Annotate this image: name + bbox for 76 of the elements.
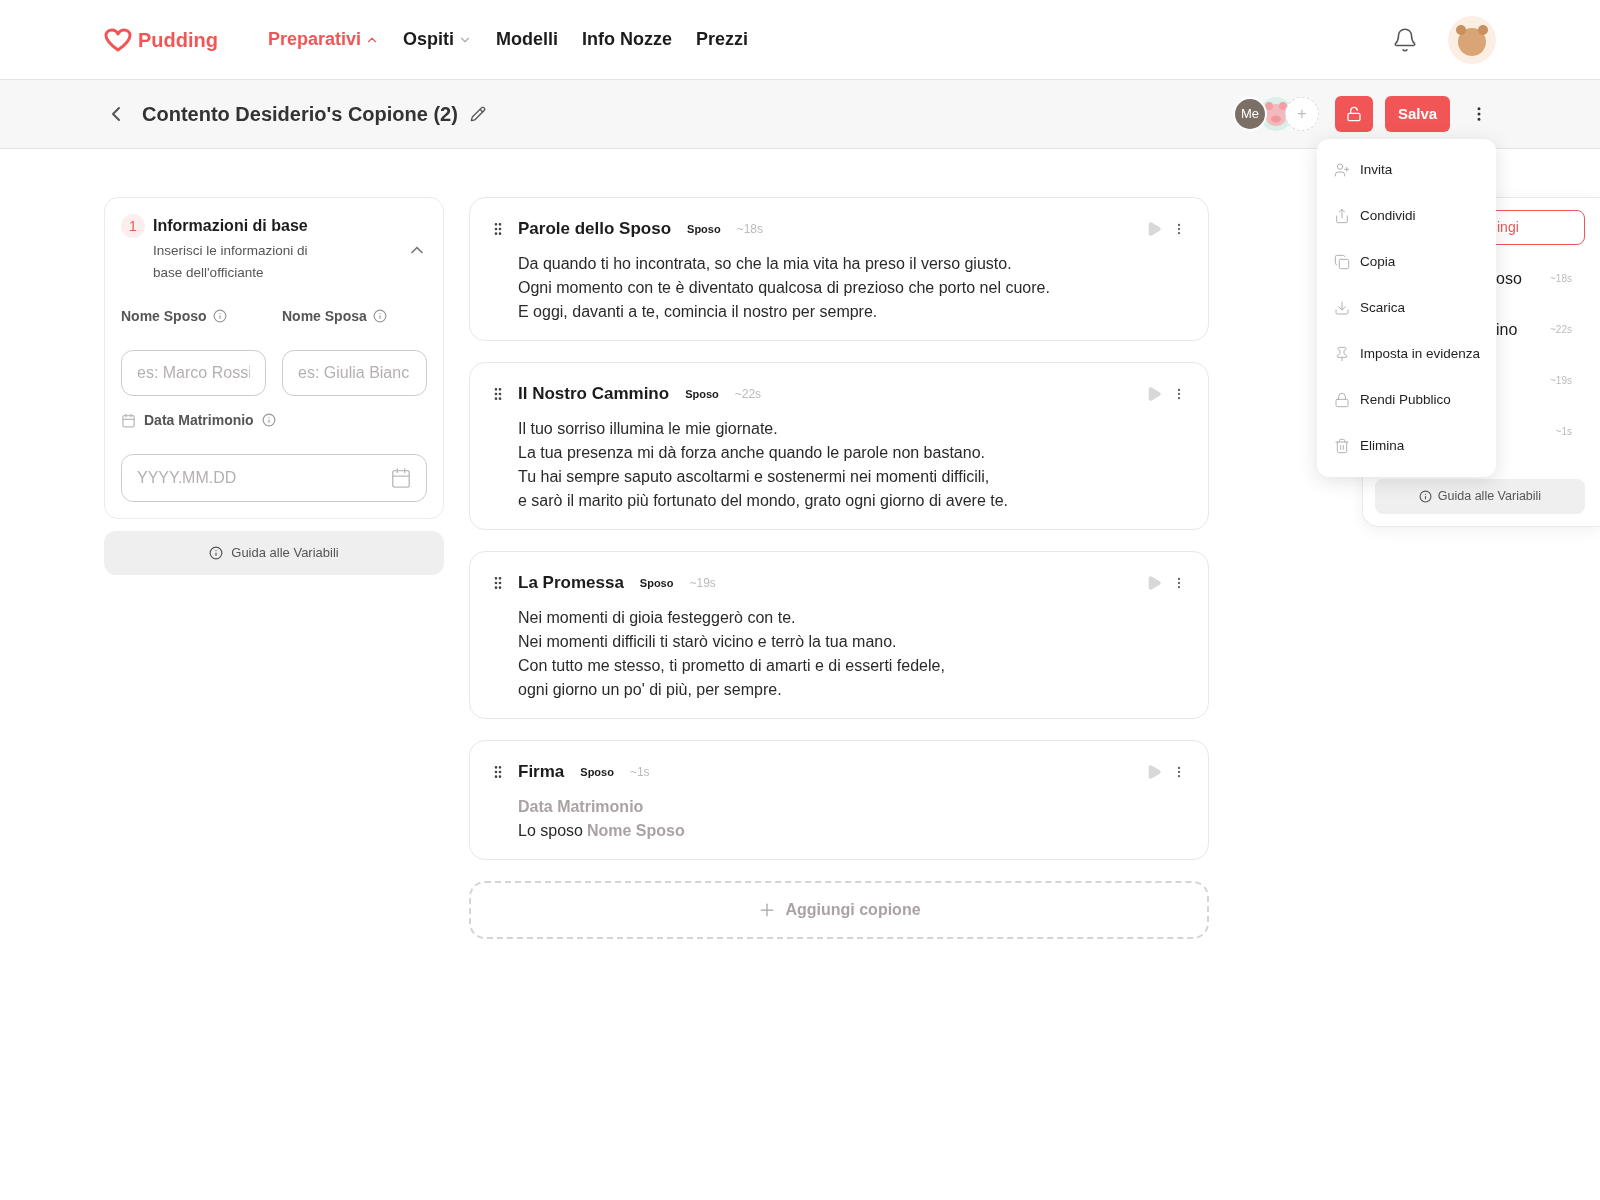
user-avatar: Me	[1233, 97, 1267, 131]
duration: ~1s	[629, 764, 650, 781]
text-field[interactable]: es: Giulia Bianc	[282, 350, 427, 396]
duration: ~22s	[1550, 323, 1572, 337]
script-line: Nei momenti difficili ti starò vicino e terrò la tua mano.	[518, 633, 897, 650]
speaker-tag: Sposo	[639, 574, 674, 592]
duration: ~18s	[736, 221, 764, 238]
field-label: Nome Sposo	[121, 306, 207, 326]
lock-icon	[1334, 392, 1350, 408]
field-label: Nome Sposa	[282, 306, 367, 326]
bell-icon[interactable]	[1392, 26, 1418, 53]
outline-item[interactable]: oso	[1496, 266, 1522, 291]
section-title: Informazioni di base	[153, 216, 309, 236]
duration: ~22s	[734, 386, 762, 403]
script-card-title: Il Nostro Cammino	[518, 383, 670, 406]
calendar-icon	[121, 412, 136, 428]
speaker-tag: Sposo	[687, 220, 721, 238]
script-line: La tua presenza mi dà forza anche quando le parole non bastano.	[518, 444, 985, 461]
script-line: e sarò il marito più fortunato del mondo, grato ogni giorno di avere te.	[518, 492, 1009, 509]
script-card-title: Firma	[518, 761, 565, 784]
speaker-tag: Sposo	[685, 385, 719, 403]
variable-token: Data Matrimonio	[518, 798, 644, 815]
script-card-title: La Promessa	[518, 572, 624, 595]
lock-button[interactable]	[1335, 96, 1373, 132]
info-icon[interactable]	[212, 309, 227, 323]
menu-item[interactable]: Rendi Pubblico	[1317, 377, 1496, 423]
section-subtitle: Inserisci le informazioni di base dell'officiante	[153, 242, 309, 282]
script-line: Da quando ti ho incontrata, so che la mia vita ha preso il verso giusto.	[518, 255, 1012, 272]
info-icon	[209, 546, 224, 560]
trash-icon	[1334, 438, 1350, 454]
script-line: E oggi, davanti a te, comincia il nostro per sempre.	[518, 303, 878, 320]
field-label: Data Matrimonio	[144, 410, 254, 430]
duration: ~19s	[1550, 374, 1572, 388]
menu-item[interactable]: Copia	[1317, 239, 1496, 285]
pencil-icon[interactable]	[469, 106, 486, 122]
menu-item[interactable]: Imposta in evidenza	[1317, 331, 1496, 377]
script-line: Nei momenti di gioia festeggerò con te.	[518, 609, 796, 626]
user-plus-icon	[1334, 162, 1350, 178]
speaker-tag: Sposo	[580, 763, 614, 781]
lock-icon	[1346, 106, 1362, 122]
info-icon	[1418, 490, 1432, 503]
script-line: ogni giorno un po' di più, per sempre.	[518, 681, 782, 698]
info-icon[interactable]	[372, 309, 387, 323]
script-line: Lo sposo	[518, 822, 583, 839]
menu-item[interactable]: Scarica	[1317, 285, 1496, 331]
duration: ~1s	[1555, 425, 1572, 439]
script-line: Con tutto me stesso, ti prometto di amarti e di esserti fedele,	[518, 657, 945, 674]
nav-link[interactable]: Info Nozze	[582, 26, 673, 53]
brand-name: Pudding	[138, 27, 218, 53]
script-line: Ogni momento con te è diventato qualcosa di prezioso che porto nel cuore.	[518, 279, 1050, 296]
nav-link[interactable]: Prezzi	[696, 26, 749, 53]
user-avatar[interactable]	[1448, 15, 1496, 64]
script-line: Tu hai sempre saputo ascoltarmi e sostenermi nei momenti difficili,	[518, 468, 990, 485]
variables-guide-button[interactable]: Guida alle Variabili	[104, 531, 444, 575]
upload-icon	[1334, 208, 1350, 224]
menu-item[interactable]: Elimina	[1317, 423, 1496, 469]
duration: ~18s	[1550, 272, 1572, 286]
script-card-title: Parole dello Sposo	[518, 218, 672, 241]
date-field[interactable]: YYYY.MM.DD	[121, 454, 427, 502]
download-icon	[1334, 300, 1350, 316]
menu-item[interactable]: Condividi	[1317, 193, 1496, 239]
menu-item[interactable]: Invita	[1317, 147, 1496, 193]
outline-item[interactable]: ino	[1496, 317, 1518, 342]
variable-token: Nome Sposo	[586, 822, 685, 839]
script-title: Contento Desiderio's Copione (2)	[142, 102, 458, 127]
step-number: 1	[121, 214, 145, 238]
text-field[interactable]: es: Marco Rossi	[121, 350, 266, 396]
duration: ~19s	[689, 575, 716, 592]
variables-guide-button[interactable]: Guida alle Variabili	[1375, 479, 1585, 514]
nav-link[interactable]: Ospiti	[403, 26, 473, 53]
script-line: Il tuo sorriso illumina le mie giornate.	[518, 420, 778, 437]
pin-icon	[1334, 346, 1350, 362]
heart-logo-icon	[104, 27, 132, 52]
info-icon[interactable]	[261, 413, 276, 427]
nav-link[interactable]: Modelli	[496, 26, 559, 53]
copy-icon	[1334, 254, 1350, 270]
